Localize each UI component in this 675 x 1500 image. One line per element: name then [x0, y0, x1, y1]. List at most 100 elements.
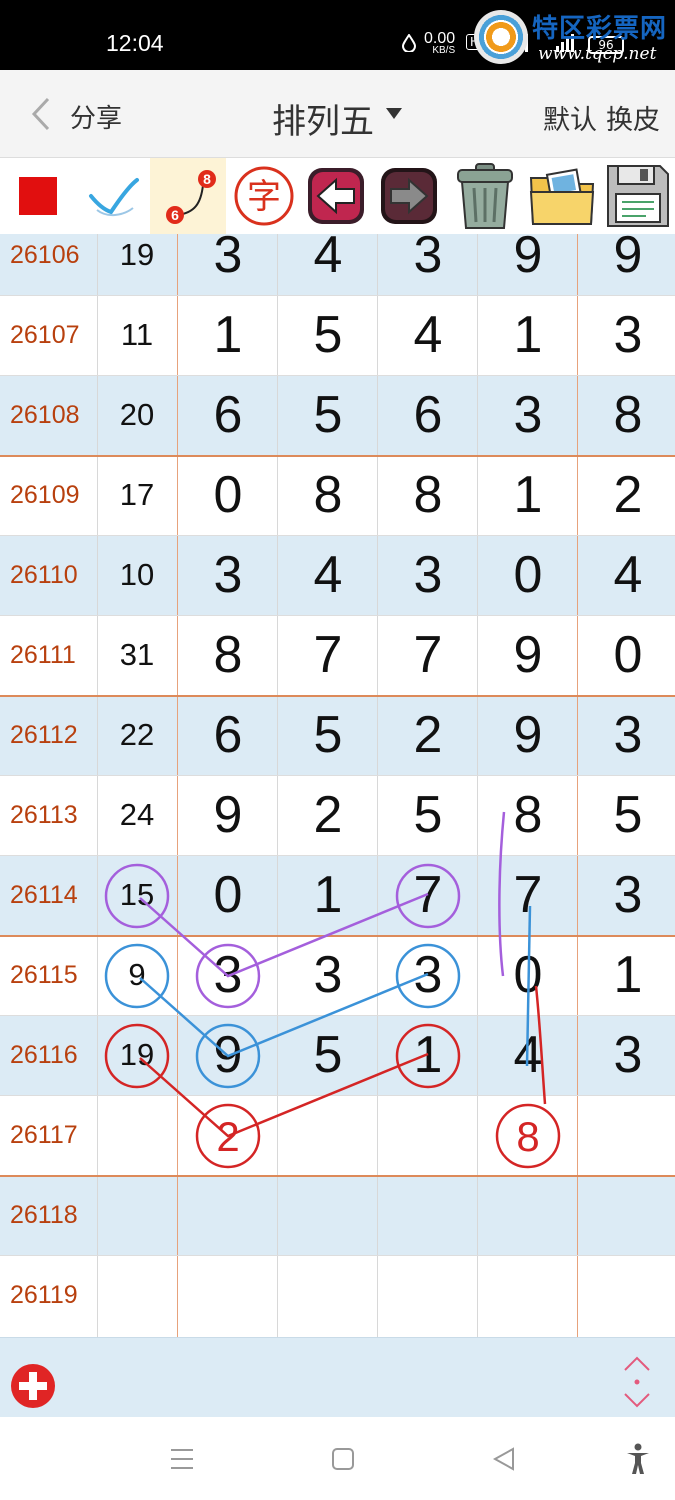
- tool-save[interactable]: [600, 158, 675, 234]
- digit-cell[interactable]: [478, 1255, 578, 1335]
- table-row[interactable]: 26111 31 8 7 7 9 0: [0, 615, 675, 695]
- table-row[interactable]: 26106 19 3 4 3 9 9: [0, 234, 675, 295]
- digit-cell[interactable]: 3: [578, 855, 675, 935]
- digit-cell[interactable]: [378, 1255, 478, 1335]
- digit-cell[interactable]: 4: [278, 535, 378, 615]
- back-chevron-icon[interactable]: [28, 96, 58, 132]
- digit-cell[interactable]: 8: [278, 455, 378, 535]
- change-skin-button[interactable]: 换皮: [606, 98, 660, 137]
- digit-cell[interactable]: [178, 1175, 278, 1255]
- expand-arrows-icon[interactable]: [620, 1354, 654, 1410]
- digit-cell[interactable]: 3: [578, 1015, 675, 1095]
- digit-cell[interactable]: [278, 1255, 378, 1335]
- tool-image[interactable]: [524, 158, 600, 234]
- tool-connect[interactable]: 8 6: [150, 158, 226, 234]
- digit-cell[interactable]: 9: [178, 775, 278, 855]
- digit-cell[interactable]: 6: [378, 375, 478, 455]
- digit-cell[interactable]: 1: [578, 935, 675, 1015]
- digit-cell[interactable]: 8: [478, 775, 578, 855]
- tool-redo[interactable]: [371, 158, 446, 234]
- digit-cell[interactable]: 3: [378, 935, 478, 1015]
- digit-cell[interactable]: 6: [178, 375, 278, 455]
- table-row[interactable]: 26107 11 1 5 4 1 3: [0, 295, 675, 375]
- digit-cell[interactable]: 7: [478, 855, 578, 935]
- digit-cell[interactable]: [278, 1095, 378, 1175]
- digit-cell[interactable]: [578, 1095, 675, 1175]
- digit-cell[interactable]: [278, 1175, 378, 1255]
- tool-character[interactable]: 字: [226, 158, 301, 234]
- table-row[interactable]: 26110 10 3 4 3 0 4: [0, 535, 675, 615]
- table-row[interactable]: 26116 19 9 5 1 4 3: [0, 1015, 675, 1095]
- plus-circle-icon[interactable]: [9, 1362, 57, 1410]
- tool-undo[interactable]: [301, 158, 371, 234]
- digit-cell[interactable]: 9: [578, 234, 675, 295]
- digit-cell[interactable]: 5: [278, 695, 378, 775]
- digit-cell[interactable]: [378, 1175, 478, 1255]
- digit-cell[interactable]: 8: [178, 615, 278, 695]
- digit-cell[interactable]: 6: [178, 695, 278, 775]
- menu-icon[interactable]: [169, 1447, 195, 1471]
- table-row[interactable]: 26117: [0, 1095, 675, 1175]
- digit-cell[interactable]: 3: [378, 234, 478, 295]
- table-row[interactable]: 26118: [0, 1175, 675, 1255]
- default-button[interactable]: 默认: [543, 98, 597, 137]
- table-row[interactable]: 26109 17 0 8 8 1 2: [0, 455, 675, 535]
- table-row[interactable]: 26119: [0, 1255, 675, 1335]
- table-row[interactable]: 26108 20 6 5 6 3 8: [0, 375, 675, 455]
- digit-cell[interactable]: [478, 1175, 578, 1255]
- digit-cell[interactable]: [178, 1095, 278, 1175]
- digit-cell[interactable]: 2: [278, 775, 378, 855]
- digit-cell[interactable]: 5: [278, 295, 378, 375]
- table-row[interactable]: 26112 22 6 5 2 9 3: [0, 695, 675, 775]
- digit-cell[interactable]: 1: [378, 1015, 478, 1095]
- digit-cell[interactable]: 4: [478, 1015, 578, 1095]
- digit-cell[interactable]: [478, 1095, 578, 1175]
- digit-cell[interactable]: [578, 1255, 675, 1335]
- digit-cell[interactable]: 8: [378, 455, 478, 535]
- digit-cell[interactable]: 1: [278, 855, 378, 935]
- digit-cell[interactable]: 3: [578, 695, 675, 775]
- share-button[interactable]: 分享: [70, 98, 122, 135]
- digit-cell[interactable]: 1: [478, 455, 578, 535]
- digit-cell[interactable]: 2: [578, 455, 675, 535]
- table-row[interactable]: 26114 15 0 1 7 7 3: [0, 855, 675, 935]
- digit-cell[interactable]: [178, 1255, 278, 1335]
- digit-cell[interactable]: 0: [178, 855, 278, 935]
- tool-red-square[interactable]: [0, 158, 75, 234]
- digit-cell[interactable]: 9: [178, 1015, 278, 1095]
- digit-cell[interactable]: 3: [178, 234, 278, 295]
- digit-cell[interactable]: 9: [478, 234, 578, 295]
- table-row[interactable]: 26115 9 3 3 3 0 1: [0, 935, 675, 1015]
- digit-cell[interactable]: 4: [278, 234, 378, 295]
- digit-cell[interactable]: 4: [578, 535, 675, 615]
- digit-cell[interactable]: 3: [278, 935, 378, 1015]
- digit-cell[interactable]: 5: [278, 375, 378, 455]
- table-row[interactable]: 26113 24 9 2 5 8 5: [0, 775, 675, 855]
- digit-cell[interactable]: 5: [578, 775, 675, 855]
- digit-cell[interactable]: 3: [178, 535, 278, 615]
- digit-cell[interactable]: 3: [378, 535, 478, 615]
- digit-cell[interactable]: 8: [578, 375, 675, 455]
- digit-cell[interactable]: 3: [478, 375, 578, 455]
- digit-cell[interactable]: 5: [378, 775, 478, 855]
- digit-cell[interactable]: 7: [278, 615, 378, 695]
- tool-check[interactable]: [75, 158, 150, 234]
- tool-trash[interactable]: [446, 158, 524, 234]
- lottery-type-selector[interactable]: 排列五: [272, 94, 374, 143]
- digit-cell[interactable]: [578, 1175, 675, 1255]
- digit-cell[interactable]: 0: [478, 935, 578, 1015]
- digit-cell[interactable]: 4: [378, 295, 478, 375]
- digit-cell[interactable]: [378, 1095, 478, 1175]
- home-icon[interactable]: [330, 1446, 356, 1472]
- back-triangle-icon[interactable]: [491, 1446, 517, 1472]
- digit-cell[interactable]: 2: [378, 695, 478, 775]
- digit-cell[interactable]: 1: [178, 295, 278, 375]
- digit-cell[interactable]: 9: [478, 615, 578, 695]
- digit-cell[interactable]: 0: [578, 615, 675, 695]
- digit-cell[interactable]: 1: [478, 295, 578, 375]
- digit-cell[interactable]: 5: [278, 1015, 378, 1095]
- digit-cell[interactable]: 9: [478, 695, 578, 775]
- dropdown-caret-icon[interactable]: [386, 108, 402, 119]
- digit-cell[interactable]: 0: [178, 455, 278, 535]
- digit-cell[interactable]: 0: [478, 535, 578, 615]
